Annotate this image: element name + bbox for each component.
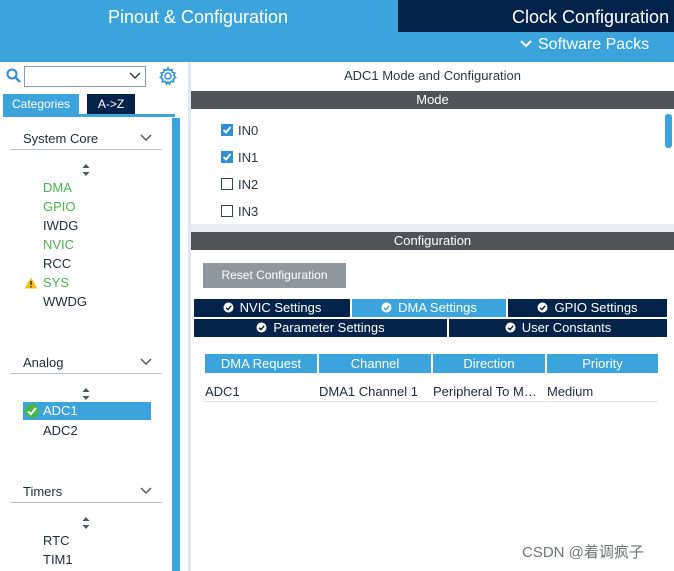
section-title: Timers (23, 484, 63, 499)
tab-label: Parameter Settings (273, 320, 385, 335)
checkbox-checked[interactable] (221, 124, 233, 136)
tab-parameter-settings[interactable]: Parameter Settings (194, 319, 447, 337)
sort-icon[interactable] (81, 516, 91, 530)
gear-icon[interactable] (158, 66, 178, 86)
sidebar-item-adc2[interactable]: ADC2 (43, 423, 78, 438)
chevron-down-icon (140, 358, 152, 365)
check-circle-icon (537, 302, 548, 313)
software-packs-menu[interactable]: Software Packs (520, 36, 649, 54)
check-circle-icon (223, 302, 234, 313)
tab-a-to-z[interactable]: A->Z (87, 94, 135, 114)
checkbox-label: IN1 (238, 150, 259, 165)
divider[interactable] (191, 224, 674, 232)
watermark: CSDN @着调疯子 (522, 544, 644, 561)
chevron-down-icon (140, 487, 152, 494)
divider (3, 114, 175, 117)
main-panel: ADC1 Mode and Configuration Mode IN0 IN1… (191, 62, 674, 571)
mode-header: Mode (191, 91, 674, 109)
sidebar-item-iwdg[interactable]: IWDG (43, 218, 78, 233)
chevron-down-icon[interactable] (128, 69, 142, 83)
check-circle-icon (381, 302, 392, 313)
checkbox-label: IN2 (238, 177, 259, 192)
sidebar-item-label: ADC1 (43, 403, 78, 418)
reset-configuration-button[interactable]: Reset Configuration (203, 263, 346, 288)
mode-list: IN0 IN1 IN2 IN3 (191, 110, 664, 222)
tab-categories[interactable]: Categories (3, 94, 79, 114)
tab-nvic-settings[interactable]: NVIC Settings (194, 299, 350, 317)
tab-label: NVIC Settings (239, 300, 322, 315)
sidebar-item-wwdg[interactable]: WWDG (43, 294, 87, 309)
software-packs-label: Software Packs (538, 36, 650, 53)
check-circle-icon (256, 322, 267, 333)
checkbox-unchecked[interactable] (221, 205, 233, 217)
tab-label: User Constants (521, 320, 612, 335)
table-cell-channel[interactable]: DMA1 Channel 1 (317, 382, 430, 402)
sidebar-item-gpio[interactable]: GPIO (43, 199, 76, 214)
checkbox-unchecked[interactable] (221, 178, 233, 190)
sidebar-item-sys[interactable]: SYS (43, 275, 69, 290)
sort-icon[interactable] (81, 387, 91, 401)
sidebar-item-nvic[interactable]: NVIC (43, 237, 74, 252)
top-bar: Pinout & Configuration Clock Configurati… (0, 0, 674, 62)
table-cell-direction[interactable]: Peripheral To Memory (431, 382, 544, 402)
table-cell-dma-request[interactable]: ADC1 (203, 382, 316, 402)
page-title: ADC1 Mode and Configuration (343, 68, 522, 83)
tab-user-constants[interactable]: User Constants (449, 319, 667, 337)
section-analog[interactable]: Analog (11, 352, 162, 374)
search-icon[interactable] (6, 68, 22, 84)
sidebar-scrollbar[interactable] (172, 118, 180, 571)
tab-gpio-settings[interactable]: GPIO Settings (508, 299, 667, 317)
checkbox-checked[interactable] (221, 151, 233, 163)
table-cell-priority[interactable]: Medium (545, 382, 658, 402)
configuration-header: Configuration (191, 232, 674, 250)
sidebar-item-dma[interactable]: DMA (43, 180, 72, 195)
sidebar-item-tim1[interactable]: TIM1 (43, 552, 73, 567)
tab-clock-configuration[interactable]: Clock Configuration (398, 0, 674, 32)
column-header-channel[interactable]: Channel (319, 354, 431, 373)
tab-pinout-configuration[interactable]: Pinout & Configuration (0, 0, 396, 32)
sidebar-item-rtc[interactable]: RTC (43, 533, 69, 548)
column-header-dma-request[interactable]: DMA Request (205, 354, 317, 373)
check-circle-icon (25, 404, 39, 418)
sort-icon[interactable] (81, 163, 91, 177)
warning-icon (24, 277, 38, 289)
chevron-down-icon (140, 134, 152, 141)
check-circle-icon (505, 322, 516, 333)
section-title: System Core (23, 131, 99, 146)
section-timers[interactable]: Timers (11, 481, 162, 503)
tab-dma-settings[interactable]: DMA Settings (352, 299, 506, 317)
sidebar-item-adc1[interactable]: ADC1 (23, 402, 151, 420)
column-header-direction[interactable]: Direction (433, 354, 545, 373)
section-system-core[interactable]: System Core (11, 128, 162, 150)
checkbox-label: IN3 (238, 204, 259, 219)
section-title: Analog (23, 355, 64, 370)
tab-label: DMA Settings (398, 300, 477, 315)
tab-label: GPIO Settings (554, 300, 638, 315)
left-sidebar: Categories A->Z System Core DMA GPIO IWD… (0, 62, 188, 571)
chevron-down-icon (520, 36, 532, 54)
checkbox-label: IN0 (238, 123, 259, 138)
column-header-priority[interactable]: Priority (547, 354, 658, 373)
sidebar-item-rcc[interactable]: RCC (43, 256, 71, 271)
mode-scrollbar[interactable] (665, 114, 672, 148)
